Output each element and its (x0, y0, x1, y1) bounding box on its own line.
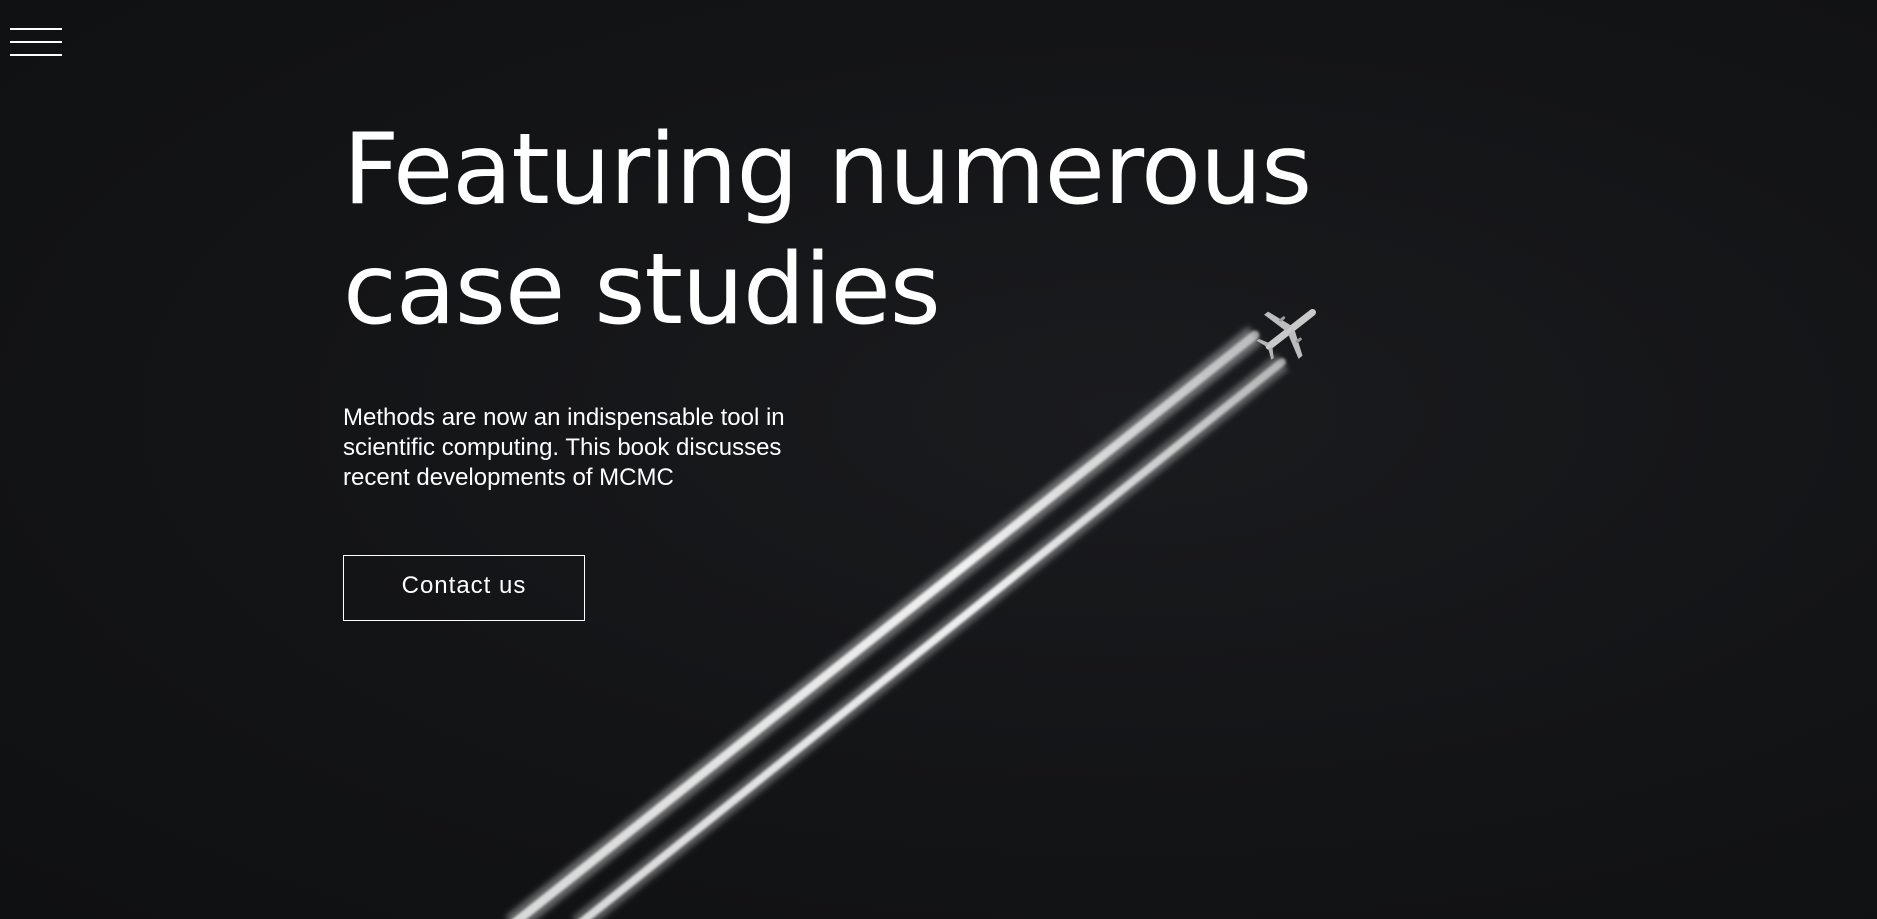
hero-description: Methods are now an indispensable tool in… (343, 404, 785, 491)
menu-bar (10, 54, 62, 56)
menu-bar (10, 41, 62, 43)
menu-bar (10, 28, 62, 30)
hero-section: Featuring numerous case studies Methods … (0, 0, 1877, 919)
hero-headline: Featuring numerous case studies (343, 113, 1312, 347)
contact-us-button[interactable]: Contact us (343, 555, 585, 621)
hamburger-menu-icon[interactable] (10, 28, 62, 58)
